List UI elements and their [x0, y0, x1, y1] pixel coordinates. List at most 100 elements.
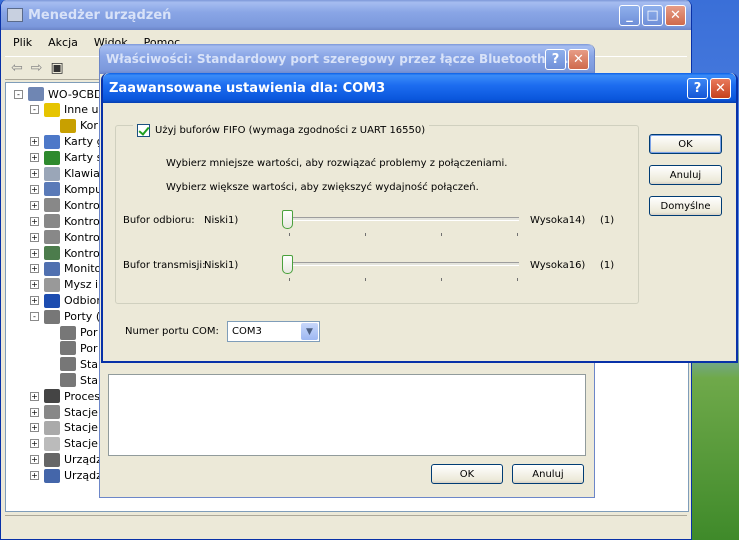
tx-tick — [365, 278, 366, 281]
advanced-titlebar[interactable]: Zaawansowane ustawienia dla: COM3 ? ✕ — [103, 73, 736, 103]
tree-item-label: Odbior — [64, 294, 101, 308]
expand-icon[interactable]: + — [30, 439, 39, 449]
tree-item[interactable]: + Urządz — [30, 468, 102, 484]
close-button[interactable]: ✕ — [665, 5, 686, 26]
tree-item[interactable]: - WO-9CBDD — [14, 86, 111, 102]
cancel-button[interactable]: Anuluj — [649, 165, 722, 185]
com-port-select[interactable]: COM3 ▼ — [227, 321, 320, 342]
expand-icon[interactable]: + — [30, 200, 39, 210]
tree-item[interactable]: + Monito — [30, 261, 101, 277]
tree-item[interactable]: + Karty s — [30, 150, 102, 166]
chevron-down-icon[interactable]: ▼ — [301, 323, 318, 340]
tx-tick — [517, 278, 518, 281]
tree-item[interactable]: - Porty ( — [30, 309, 100, 325]
fifo-checkbox[interactable] — [137, 124, 150, 137]
properties-panel — [108, 374, 586, 456]
tree-item[interactable]: Por — [46, 340, 98, 356]
tree-item[interactable]: + Kontro — [30, 229, 100, 245]
rx-slider-thumb[interactable] — [282, 210, 293, 229]
tree-item[interactable]: + Kompu — [30, 181, 102, 197]
tree-item[interactable]: + Stacje — [30, 420, 98, 436]
tree-item[interactable]: Sta — [46, 372, 98, 388]
device-manager-titlebar[interactable]: Menedżer urządzeń _ □ ✕ — [1, 0, 691, 30]
expand-icon[interactable]: + — [30, 423, 39, 433]
device-icon — [28, 87, 44, 101]
expand-icon[interactable]: + — [30, 169, 39, 178]
ok-button[interactable]: OK — [649, 134, 722, 154]
tree-item[interactable]: + Kontro — [30, 213, 100, 229]
tree-item[interactable]: + Mysz i — [30, 277, 98, 293]
advanced-help-button[interactable]: ? — [687, 78, 708, 99]
expand-icon[interactable]: + — [30, 296, 39, 306]
rx-slider-track[interactable] — [287, 217, 519, 221]
expand-icon[interactable]: + — [30, 153, 39, 163]
expand-icon[interactable]: + — [30, 232, 39, 242]
expand-icon[interactable]: + — [30, 471, 39, 481]
expand-icon[interactable]: + — [30, 407, 39, 417]
tree-item[interactable]: Kor — [46, 118, 98, 134]
maximize-button[interactable]: □ — [642, 5, 663, 26]
forward-icon[interactable]: ⇨ — [31, 60, 43, 76]
tree-item-label: Mysz i — [64, 278, 99, 292]
collapse-icon[interactable]: - — [14, 89, 23, 99]
fifo-label: Użyj buforów FIFO (wymaga zgodności z UA… — [155, 125, 426, 136]
menu-action[interactable]: Akcja — [40, 33, 86, 52]
tree-item[interactable]: + Stacje — [30, 404, 98, 420]
minimize-button[interactable]: _ — [619, 5, 640, 26]
expand-icon[interactable]: + — [30, 264, 39, 274]
expand-icon[interactable]: + — [30, 455, 39, 465]
tree-item-label: Karty s — [64, 151, 103, 165]
tree-item[interactable]: + Urządz — [30, 452, 102, 468]
tree-item[interactable]: + Proces — [30, 388, 100, 404]
fifo-checkbox-row[interactable]: Użyj buforów FIFO (wymaga zgodności z UA… — [133, 124, 430, 137]
device-icon — [44, 309, 60, 324]
rx-tick — [365, 233, 366, 236]
tree-item[interactable]: + Odbior — [30, 293, 101, 309]
properties-ok-button[interactable]: OK — [431, 464, 503, 484]
expand-icon[interactable]: + — [30, 391, 39, 401]
help-button[interactable]: ? — [545, 49, 566, 70]
tree-item-label: Kontro — [64, 214, 100, 228]
tree-item-label: Kor — [80, 119, 98, 133]
expand-icon[interactable]: + — [30, 184, 39, 194]
tree-item[interactable]: + Karty g — [30, 134, 104, 150]
properties-close-button[interactable]: ✕ — [568, 49, 589, 70]
tree-item[interactable]: + Klawiat — [30, 166, 104, 182]
collapse-icon[interactable]: - — [30, 105, 39, 115]
tree-item-label: Karty g — [64, 135, 104, 149]
expand-icon[interactable]: + — [30, 248, 39, 258]
tree-item[interactable]: + Kontro — [30, 245, 100, 261]
tree-item[interactable]: - Inne u — [30, 102, 98, 118]
tx-slider-thumb[interactable] — [282, 255, 293, 274]
rx-value: (1) — [600, 215, 615, 226]
advanced-close-button[interactable]: ✕ — [710, 78, 731, 99]
status-bar — [5, 515, 687, 535]
device-icon — [60, 357, 76, 372]
device-icon — [60, 341, 76, 356]
properties-icon[interactable]: ▣ — [50, 60, 63, 76]
collapse-icon[interactable]: - — [30, 312, 39, 322]
properties-titlebar[interactable]: Właściwości: Standardowy port szeregowy … — [100, 44, 594, 74]
rx-tick — [441, 233, 442, 236]
expand-icon[interactable]: + — [30, 216, 39, 226]
back-icon[interactable]: ⇦ — [11, 60, 23, 76]
hint-smaller-values: Wybierz mniejsze wartości, aby rozwiązać… — [166, 158, 508, 169]
properties-cancel-button[interactable]: Anuluj — [512, 464, 584, 484]
device-icon — [44, 134, 60, 149]
menu-file[interactable]: Plik — [5, 33, 40, 52]
expand-icon[interactable]: + — [30, 137, 39, 147]
tree-item[interactable]: Sta — [46, 356, 98, 372]
tx-slider-track[interactable] — [287, 262, 519, 266]
defaults-button[interactable]: Domyślne — [649, 196, 722, 216]
com-port-value: COM3 — [232, 326, 262, 337]
rx-tick — [517, 233, 518, 236]
tx-high-label: Wysoka16) — [530, 260, 586, 271]
tree-item[interactable]: + Kontro — [30, 197, 100, 213]
tree-item-label: Monito — [64, 262, 102, 276]
tree-item[interactable]: Por — [46, 325, 98, 341]
hint-larger-values: Wybierz większe wartości, aby zwiększyć … — [166, 182, 479, 193]
device-icon — [44, 198, 60, 213]
tree-item-label: Kontro — [64, 230, 100, 244]
expand-icon[interactable]: + — [30, 280, 39, 290]
tree-item[interactable]: + Stacje — [30, 436, 98, 452]
